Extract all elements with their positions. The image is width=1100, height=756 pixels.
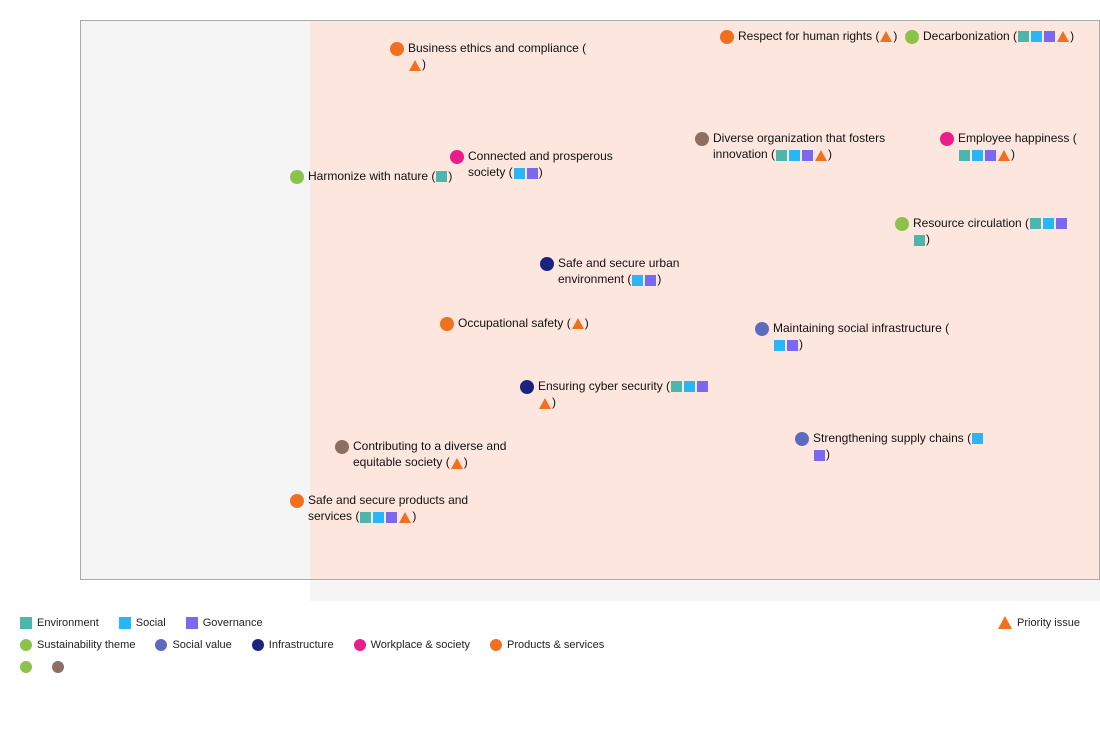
legend-row-3 bbox=[20, 661, 1080, 673]
darkblue-dot-label: Infrastructure bbox=[269, 639, 334, 651]
green2-dot-icon bbox=[20, 661, 32, 673]
legend-item-green2 bbox=[20, 661, 32, 673]
legend-item-gov: Governance bbox=[186, 617, 263, 629]
green-dot-label: Sustainability theme bbox=[37, 639, 135, 651]
legend-gov-label: Governance bbox=[203, 617, 263, 629]
legend-row-2: Sustainability theme Social value Infras… bbox=[20, 639, 1080, 651]
blue-dot-label: Social value bbox=[172, 639, 231, 651]
env-sq-icon bbox=[20, 617, 32, 629]
legend-item-env: Environment bbox=[20, 617, 99, 629]
blue-dot-icon bbox=[155, 639, 167, 651]
legend-item-pink: Workplace & society bbox=[354, 639, 470, 651]
chart-area bbox=[40, 10, 1080, 610]
legend-tri-item: Priority issue bbox=[998, 616, 1080, 629]
legend: Environment Social Governance Priority i… bbox=[0, 601, 1100, 756]
brown-dot-icon bbox=[52, 661, 64, 673]
pink-dot-icon bbox=[354, 639, 366, 651]
legend-item-dark-blue: Infrastructure bbox=[252, 639, 334, 651]
legend-item-green: Sustainability theme bbox=[20, 639, 135, 651]
y-axis-area bbox=[80, 20, 310, 580]
gov-sq-icon bbox=[186, 617, 198, 629]
green-dot-icon bbox=[20, 639, 32, 651]
orange-dot-icon bbox=[490, 639, 502, 651]
priority-tri-icon bbox=[998, 616, 1012, 629]
pink-dot-label: Workplace & society bbox=[371, 639, 470, 651]
legend-env-label: Environment bbox=[37, 617, 99, 629]
legend-row-1: Environment Social Governance Priority i… bbox=[20, 616, 1080, 629]
darkblue-dot-icon bbox=[252, 639, 264, 651]
pink-region bbox=[310, 20, 1100, 580]
legend-social-label: Social bbox=[136, 617, 166, 629]
legend-item-brown bbox=[52, 661, 64, 673]
legend-item-social: Social bbox=[119, 617, 166, 629]
legend-item-orange: Products & services bbox=[490, 639, 604, 651]
legend-item-blue-light: Social value bbox=[155, 639, 231, 651]
social-sq-icon bbox=[119, 617, 131, 629]
orange-dot-label: Products & services bbox=[507, 639, 604, 651]
priority-label: Priority issue bbox=[1017, 617, 1080, 629]
